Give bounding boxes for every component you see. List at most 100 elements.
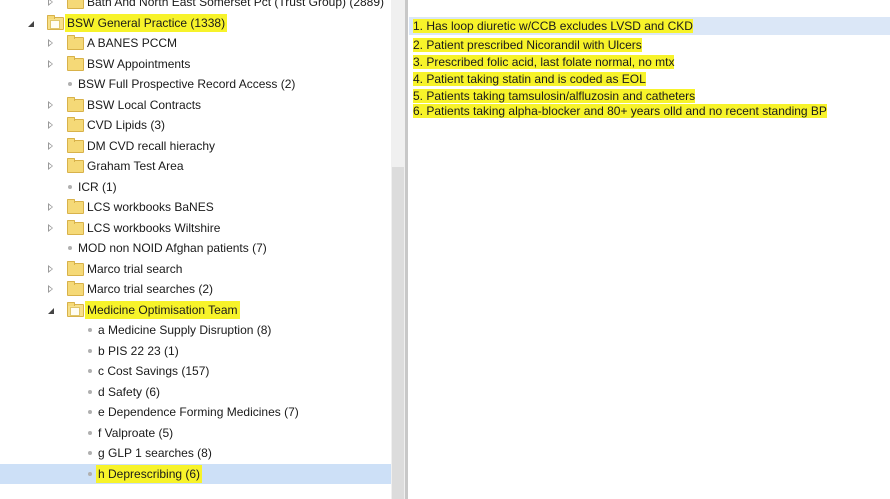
search-item-icon (68, 184, 72, 189)
tree-row[interactable]: b PIS 22 23 (1) (0, 341, 391, 361)
tree-row[interactable]: BSW Appointments (0, 54, 391, 74)
search-list-label: 3. Prescribed folic acid, last folate no… (413, 55, 675, 69)
tree-row[interactable]: Graham Test Area (0, 156, 391, 176)
tree-item-label: g GLP 1 searches (8) (98, 446, 212, 460)
tree-row[interactable]: CVD Lipids (3) (0, 115, 391, 135)
tree-row[interactable]: h Deprescribing (6) (0, 463, 391, 484)
collapse-arrow-icon[interactable] (48, 141, 53, 150)
search-list-item[interactable]: 4. Patient taking statin and is coded as… (409, 70, 890, 88)
tree-item-label: c Cost Savings (157) (98, 364, 210, 378)
search-item-icon (88, 471, 92, 476)
tree-item-label: BSW Local Contracts (87, 97, 202, 112)
search-item-icon (88, 451, 92, 455)
open-folder-icon (47, 14, 64, 30)
search-list-pane[interactable]: 1. Has loop diuretic w/CCB excludes LVSD… (409, 0, 890, 499)
collapse-arrow-icon[interactable] (48, 39, 53, 47)
tree-row[interactable]: LCS workbooks BaNES (0, 197, 391, 217)
folder-icon (67, 137, 84, 153)
tree-item-label: LCS workbooks Wiltshire (87, 220, 221, 235)
tree-row[interactable]: A BANES PCCM (0, 33, 391, 53)
folder-icon (67, 35, 84, 50)
search-list-label: 5. Patients taking tamsulosin/alfluzosin… (413, 89, 696, 103)
search-list-item[interactable]: 6. Patients taking alpha-blocker and 80+… (409, 102, 890, 120)
folder-icon (67, 158, 84, 173)
expand-arrow-icon[interactable] (48, 307, 54, 314)
tree-item-label: Marco trial searches (2) (87, 282, 214, 296)
folder-icon (67, 117, 84, 132)
pane-splitter[interactable] (405, 0, 408, 499)
collapse-arrow-icon[interactable] (48, 100, 53, 109)
search-list-label: 6. Patients taking alpha-blocker and 80+… (413, 104, 827, 118)
collapse-arrow-icon[interactable] (48, 121, 53, 129)
search-list-item[interactable]: 1. Has loop diuretic w/CCB excludes LVSD… (409, 17, 890, 35)
search-list-item[interactable]: 2. Patient prescribed Nicorandil with Ul… (409, 36, 890, 54)
search-item-icon (68, 246, 72, 250)
tree-row[interactable]: f Valproate (5) (0, 423, 391, 443)
collapse-arrow-icon[interactable] (48, 59, 53, 68)
tree-row[interactable]: g GLP 1 searches (8) (0, 443, 391, 463)
folder-icon (67, 199, 84, 214)
collapse-arrow-icon[interactable] (48, 203, 53, 211)
folder-icon (67, 219, 84, 235)
tree-item-label: BSW General Practice (1338) (67, 15, 226, 30)
collapse-arrow-icon[interactable] (48, 0, 53, 6)
tree-row[interactable]: Medicine Optimisation Team (0, 300, 391, 320)
tree-row[interactable]: ICR (1) (0, 177, 391, 197)
collapse-arrow-icon[interactable] (48, 285, 53, 293)
tree-row[interactable]: DM CVD recall hierachy (0, 136, 391, 156)
folder-icon (67, 281, 84, 296)
collapse-arrow-icon[interactable] (48, 162, 53, 170)
tree-item-label: b PIS 22 23 (1) (98, 343, 179, 358)
tree-row[interactable]: BSW General Practice (1338) (0, 13, 391, 33)
tree-row[interactable]: BSW Local Contracts (0, 95, 391, 115)
folder-icon (67, 0, 84, 9)
folder-icon (67, 55, 84, 71)
tree-item-label: Marco trial search (87, 261, 183, 276)
expand-arrow-icon[interactable] (28, 20, 34, 27)
tree-row[interactable]: a Medicine Supply Disruption (8) (0, 320, 391, 340)
tree-row[interactable]: c Cost Savings (157) (0, 361, 391, 381)
tree-item-label: h Deprescribing (6) (98, 466, 201, 481)
tree-row[interactable]: Marco trial searches (2) (0, 279, 391, 299)
tree-scrollbar-thumb[interactable] (392, 167, 404, 499)
collapse-arrow-icon[interactable] (48, 223, 53, 232)
folder-icon (67, 96, 84, 112)
search-item-icon (88, 410, 92, 414)
tree-row[interactable]: BSW Full Prospective Record Access (2) (0, 74, 391, 94)
tree-item-label: Medicine Optimisation Team (87, 302, 238, 317)
open-folder-icon (67, 301, 84, 317)
search-item-icon (88, 430, 92, 435)
search-item-icon (88, 389, 92, 394)
search-list-label: 4. Patient taking statin and is coded as… (413, 72, 646, 86)
search-item-icon (88, 328, 92, 332)
tree-item-label: A BANES PCCM (87, 36, 178, 50)
tree-item-label: DM CVD recall hierachy (87, 138, 216, 153)
tree-row[interactable]: Marco trial search (0, 259, 391, 279)
tree-item-label: MOD non NOID Afghan patients (7) (78, 241, 267, 255)
folder-icon (67, 260, 84, 276)
tree-row[interactable]: LCS workbooks Wiltshire (0, 218, 391, 238)
tree-row[interactable]: e Dependence Forming Medicines (7) (0, 402, 391, 422)
tree-item-label: ICR (1) (78, 179, 117, 194)
search-list-item[interactable]: 3. Prescribed folic acid, last folate no… (409, 53, 890, 71)
tree-item-label: e Dependence Forming Medicines (7) (98, 405, 299, 419)
search-item-icon (68, 82, 72, 86)
tree-row[interactable]: Bath And North East Somerset Pct (Trust … (0, 0, 391, 12)
tree-item-label: Bath And North East Somerset Pct (Trust … (87, 0, 385, 9)
tree-item-label: LCS workbooks BaNES (87, 200, 214, 214)
search-list-label: 1. Has loop diuretic w/CCB excludes LVSD… (413, 19, 693, 33)
tree-row[interactable]: MOD non NOID Afghan patients (7) (0, 238, 391, 258)
tree-item-label: CVD Lipids (3) (87, 118, 166, 132)
tree-item-label: BSW Appointments (87, 56, 191, 71)
search-item-icon (88, 369, 92, 373)
tree-item-label: BSW Full Prospective Record Access (2) (78, 77, 296, 91)
search-item-icon (88, 348, 92, 353)
search-list-label: 2. Patient prescribed Nicorandil with Ul… (413, 38, 642, 52)
tree-item-label: d Safety (6) (98, 384, 161, 399)
tree-row[interactable]: d Safety (6) (0, 382, 391, 402)
tree-item-label: Graham Test Area (87, 159, 184, 173)
collapse-arrow-icon[interactable] (48, 264, 53, 273)
search-tree-pane[interactable]: Bath And North East Somerset Pct (Trust … (0, 0, 391, 499)
tree-item-label: f Valproate (5) (98, 425, 174, 440)
tree-item-label: a Medicine Supply Disruption (8) (98, 323, 272, 337)
